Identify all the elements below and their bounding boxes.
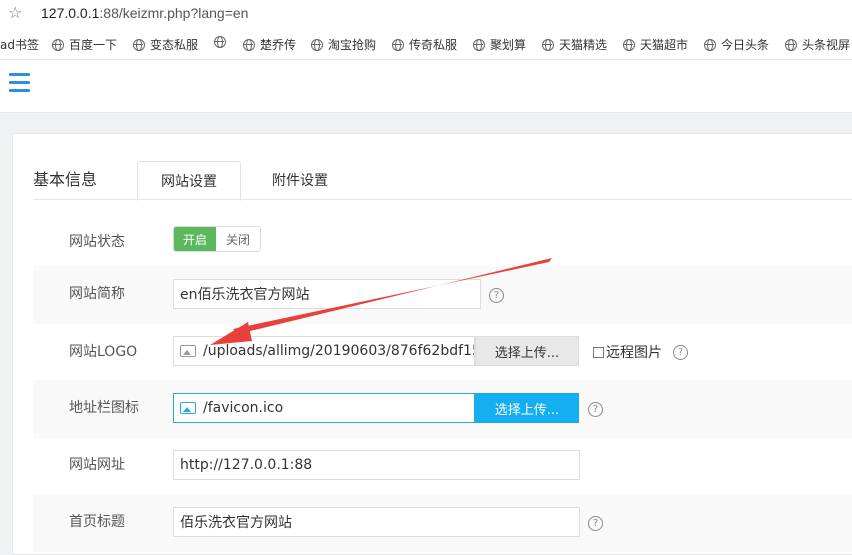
bookmark-item[interactable]: 变态私服 — [133, 36, 198, 53]
bookmark-label: 聚划算 — [490, 38, 527, 52]
bookmark-label: 今日头条 — [721, 38, 770, 52]
url-host: 127.0.0.1 — [41, 5, 100, 21]
bookmark-label: 天猫精选 — [559, 38, 608, 52]
bookmark-item[interactable]: 传奇私服 — [392, 36, 457, 53]
home-title-label: 首页标题 — [69, 514, 125, 530]
bookmark-item[interactable]: ad书签 — [0, 36, 39, 53]
bookmark-item[interactable]: 百度一下 — [52, 36, 117, 53]
checkbox-box[interactable] — [593, 346, 604, 358]
status-toggle[interactable]: 开启 关闭 — [173, 226, 261, 252]
globe-icon — [243, 38, 255, 51]
url-path: :88/keizmr.php?lang=en — [99, 5, 249, 21]
bookmark-label: ad书签 — [0, 38, 39, 52]
address-bar[interactable]: ☆ 127.0.0.1:88/keizmr.php?lang=en — [0, 0, 852, 29]
bookmark-label: 传奇私服 — [409, 38, 458, 52]
bookmark-item[interactable]: 天猫超市 — [623, 36, 688, 53]
card-title: 基本信息 — [33, 170, 98, 189]
globe-icon — [785, 38, 797, 51]
globe-icon — [311, 38, 323, 51]
globe-icon — [473, 38, 485, 51]
globe-icon — [623, 38, 635, 51]
bookmark-label: 头条视屏 — [802, 38, 851, 52]
help-icon[interactable]: ? — [588, 516, 603, 531]
globe-icon — [133, 38, 145, 51]
bookmark-star-icon[interactable]: ☆ — [8, 3, 22, 22]
bookmark-label: 变态私服 — [150, 38, 199, 52]
logo-path-value: /uploads/allimg/20190603/876f62bdf1516 — [203, 343, 475, 359]
favicon-path-value: /favicon.ico — [203, 400, 284, 416]
globe-icon — [392, 38, 404, 51]
tab-attachment-settings[interactable]: 附件设置 — [245, 161, 355, 199]
form-row-logo: 网站LOGO /uploads/allimg/20190603/876f62bd… — [33, 323, 852, 381]
site-url-input[interactable]: http://127.0.0.1:88 — [173, 450, 580, 480]
favicon-path-input[interactable]: /favicon.ico — [173, 393, 475, 423]
remote-image-label: 远程图片 — [606, 345, 662, 361]
menu-icon[interactable] — [9, 73, 30, 97]
bookmark-item[interactable]: 聚划算 — [473, 36, 526, 53]
bookmarks-bar: ad书签 百度一下 变态私服 楚乔传 淘宝抢购 传奇私服 聚划算 天猫精选 天猫… — [0, 29, 852, 60]
status-on-option[interactable]: 开启 — [174, 227, 216, 251]
url-text[interactable]: 127.0.0.1:88/keizmr.php?lang=en — [41, 5, 248, 21]
bookmark-label: 天猫超市 — [640, 38, 689, 52]
status-off-option[interactable]: 关闭 — [216, 227, 260, 251]
logo-path-input[interactable]: /uploads/allimg/20190603/876f62bdf1516 — [173, 336, 475, 366]
globe-icon — [52, 38, 64, 51]
bookmark-item[interactable]: 天猫精选 — [542, 36, 607, 53]
remote-image-checkbox[interactable]: 远程图片 — [593, 342, 662, 362]
bookmark-item[interactable] — [214, 36, 231, 48]
bookmark-label: 楚乔传 — [260, 38, 297, 52]
help-icon[interactable]: ? — [489, 288, 504, 303]
logo-label: 网站LOGO — [69, 344, 138, 360]
form-row-favicon: 地址栏图标 /favicon.ico 选择上传... ? — [33, 380, 852, 438]
logo-upload-button[interactable]: 选择上传... — [475, 336, 579, 366]
bookmark-item[interactable]: 淘宝抢购 — [311, 36, 376, 53]
bookmark-item[interactable]: 头条视屏 — [785, 36, 850, 53]
app-header — [0, 60, 852, 113]
home-title-input[interactable]: 佰乐洗衣官方网站 — [173, 507, 580, 537]
tab-site-settings[interactable]: 网站设置 — [137, 161, 241, 201]
globe-icon — [704, 38, 716, 51]
help-icon[interactable]: ? — [673, 345, 688, 360]
favicon-upload-button[interactable]: 选择上传... — [475, 393, 579, 423]
image-icon — [180, 345, 196, 357]
help-icon[interactable]: ? — [588, 402, 603, 417]
short-name-input[interactable]: en佰乐洗衣官方网站 — [173, 279, 481, 309]
bookmark-label: 百度一下 — [69, 38, 118, 52]
favicon-label: 地址栏图标 — [69, 400, 139, 416]
settings-card: 基本信息 网站设置 附件设置 网站状态 开启 关闭 网站简称 en佰乐洗衣官方网… — [12, 133, 852, 555]
status-label: 网站状态 — [69, 234, 125, 250]
form-row-url: 网站网址 http://127.0.0.1:88 — [33, 437, 852, 495]
bookmark-item[interactable]: 楚乔传 — [243, 36, 296, 53]
globe-icon — [542, 38, 554, 51]
image-icon — [180, 402, 196, 414]
short-name-label: 网站简称 — [69, 286, 125, 302]
url-label: 网站网址 — [69, 457, 125, 473]
globe-icon — [214, 36, 226, 48]
form-row-short-name: 网站简称 en佰乐洗衣官方网站 ? — [33, 266, 852, 324]
form-row-home-title: 首页标题 佰乐洗衣官方网站 ? — [33, 494, 852, 552]
bookmark-item[interactable]: 今日头条 — [704, 36, 769, 53]
bookmark-label: 淘宝抢购 — [328, 38, 377, 52]
form-row-status: 网站状态 开启 关闭 — [33, 209, 852, 267]
